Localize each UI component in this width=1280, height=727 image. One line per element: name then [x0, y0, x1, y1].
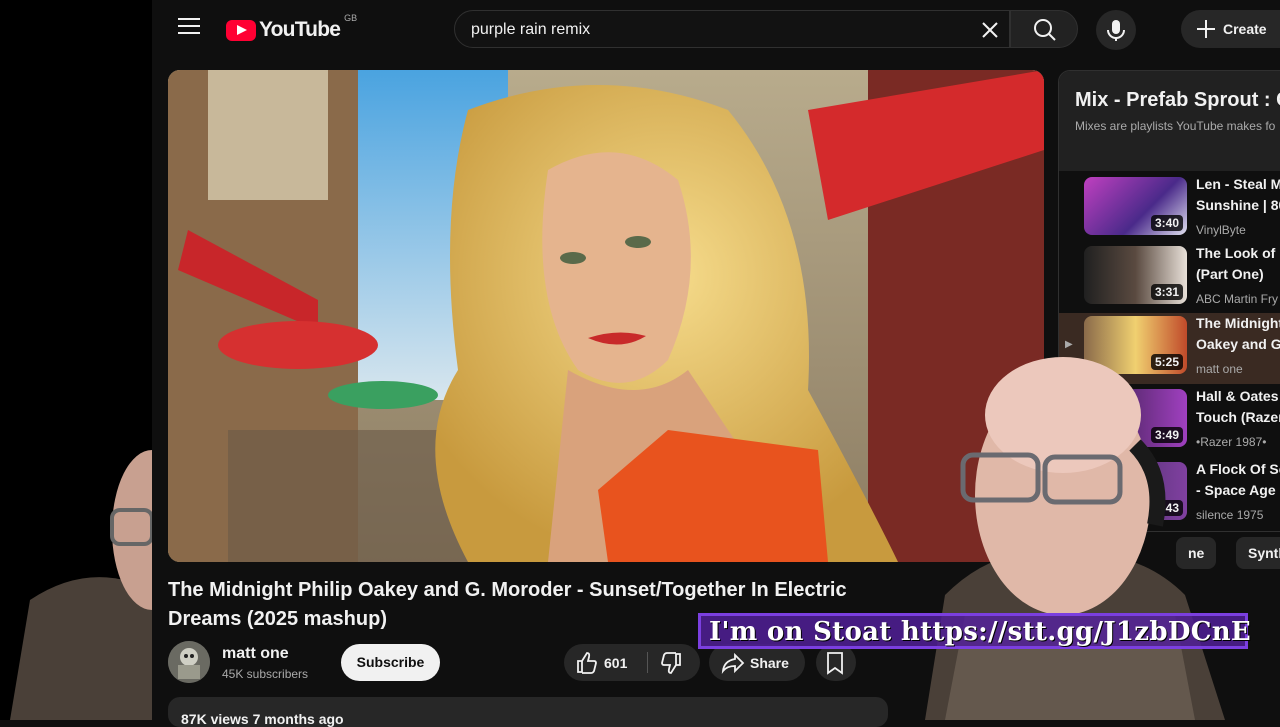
search-button[interactable] [1010, 10, 1078, 48]
webcam-person-left [0, 450, 152, 720]
robot-avatar-icon [168, 641, 210, 683]
thumbs-up-icon[interactable] [572, 648, 602, 678]
webcam-overlay-secondary [0, 450, 152, 720]
playlist-item-channel: ABC Martin Fry [1196, 292, 1279, 306]
playlist-thumbnail[interactable]: 3:40 [1084, 177, 1187, 235]
now-playing-icon: ▶ [1065, 339, 1073, 350]
stoat-promo-banner: I'm on Stoat https://stt.gg/J1zbDCnE [698, 613, 1252, 649]
subscriber-count: 45K subscribers [222, 667, 309, 681]
webcam-person [925, 357, 1225, 720]
voice-search-button[interactable] [1096, 10, 1136, 50]
like-count[interactable]: 601 [604, 655, 627, 671]
playlist-item[interactable]: 3:31 The Look of L (Part One) ABC Martin … [1059, 243, 1280, 314]
channel-avatar[interactable] [168, 641, 210, 683]
webcam-overlay [845, 355, 1280, 720]
youtube-play-icon [226, 19, 256, 41]
microphone-icon [1107, 20, 1125, 41]
share-label: Share [750, 655, 789, 671]
create-label: Create [1223, 21, 1267, 37]
views-and-date: 87K views 7 months ago [181, 711, 344, 727]
create-button[interactable]: Create [1181, 10, 1280, 48]
duration-badge: 3:31 [1150, 284, 1183, 300]
clear-search-icon[interactable] [975, 15, 1005, 45]
logo-wordmark: YouTube [259, 18, 341, 41]
thumbs-down-icon[interactable] [656, 648, 686, 678]
playlist-item[interactable]: 3:40 Len - Steal M Sunshine | 80 VinylByt… [1059, 174, 1280, 245]
stoat-promo-text: I'm on Stoat https://stt.gg/J1zbDCnE [709, 617, 1252, 647]
playlist-header: Mix - Prefab Sprout : C Mixes are playli… [1059, 71, 1280, 171]
playlist-subtitle: Mixes are playlists YouTube makes fo [1075, 119, 1276, 133]
plus-icon [1197, 20, 1215, 38]
share-button[interactable]: Share [709, 644, 805, 681]
playlist-item-title: The Look of L (Part One) [1196, 245, 1280, 282]
duration-badge: 3:40 [1150, 215, 1183, 231]
region-code: GB [344, 13, 358, 23]
channel-name[interactable]: matt one [222, 645, 289, 663]
youtube-logo[interactable]: YouTube GB [226, 13, 358, 44]
playlist-thumbnail[interactable]: 3:31 [1084, 246, 1187, 304]
menu-icon[interactable] [178, 18, 200, 36]
search-box[interactable]: purple rain remix [454, 10, 1010, 48]
like-divider [647, 652, 648, 673]
search-input[interactable]: purple rain remix [471, 21, 590, 39]
playlist-item-title: Len - Steal M Sunshine | 80 [1196, 176, 1280, 213]
playlist-title[interactable]: Mix - Prefab Sprout : C [1075, 89, 1280, 112]
description-box[interactable]: 87K views 7 months ago [168, 697, 888, 727]
search-icon [1034, 19, 1056, 41]
playlist-item-channel: VinylByte [1196, 223, 1246, 237]
share-icon [721, 652, 745, 674]
like-dislike-group: 601 [564, 644, 700, 681]
playlist-item-title: The Midnight Oakey and G. [1196, 315, 1280, 352]
subscribe-button[interactable]: Subscribe [341, 644, 440, 681]
